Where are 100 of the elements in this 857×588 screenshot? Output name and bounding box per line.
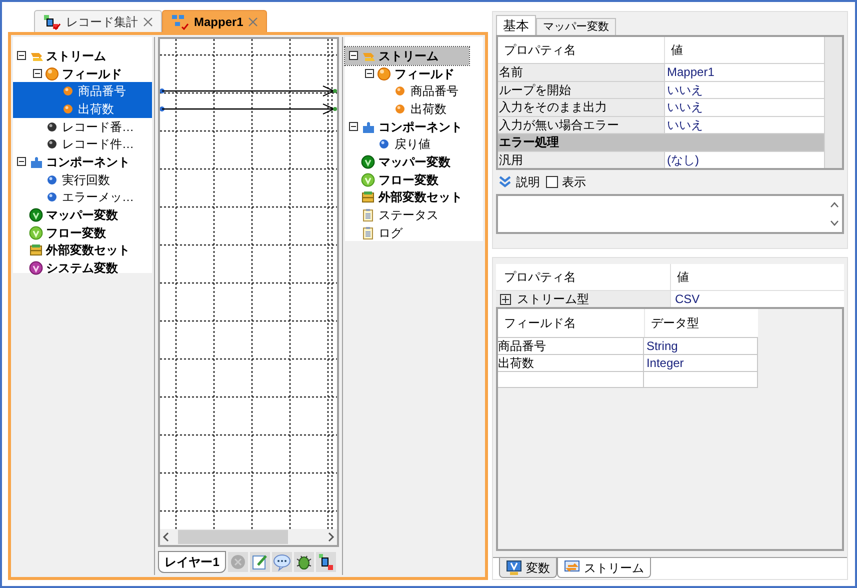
sphere-icon bbox=[29, 261, 43, 276]
ball-icon bbox=[377, 137, 392, 152]
vertical-scrollbar[interactable] bbox=[824, 37, 842, 168]
tree-item[interactable]: コンポーネント bbox=[345, 118, 484, 136]
panel-tab[interactable]: 変数 bbox=[499, 558, 557, 578]
sphere-icon bbox=[377, 66, 392, 81]
tree-item[interactable]: ストリーム bbox=[13, 47, 152, 65]
tree-item[interactable]: 出荷数 bbox=[345, 100, 484, 118]
bug-icon[interactable] bbox=[294, 552, 314, 572]
property-name: 名前 bbox=[498, 64, 664, 80]
tree-item[interactable]: ストリーム bbox=[345, 47, 470, 65]
tree-item[interactable]: フロー変数 bbox=[13, 224, 152, 242]
mapping-line[interactable] bbox=[160, 104, 337, 114]
tree-item[interactable]: 商品番号 bbox=[13, 82, 152, 100]
panel-tab[interactable]: ストリーム bbox=[557, 558, 651, 578]
ball-icon bbox=[61, 102, 75, 116]
tree-item[interactable]: コンポーネント bbox=[13, 153, 152, 171]
description-field[interactable] bbox=[496, 194, 844, 234]
property-value: いいえ bbox=[664, 99, 824, 116]
checkbox[interactable] bbox=[546, 176, 558, 188]
sphere-icon bbox=[29, 226, 43, 240]
property-tab[interactable]: 基本 bbox=[496, 15, 536, 35]
checkbox-label: 表示 bbox=[562, 174, 586, 191]
tree-item[interactable]: ステータス bbox=[345, 206, 484, 224]
tab-label: レコード集計 bbox=[66, 14, 138, 30]
ball-icon bbox=[393, 102, 408, 116]
collapse-icon[interactable] bbox=[365, 69, 374, 78]
property-value: いいえ bbox=[664, 82, 824, 98]
column-header: プロパティ名 bbox=[503, 42, 577, 59]
mapping-line[interactable] bbox=[160, 86, 337, 96]
property-value: (なし) bbox=[664, 152, 824, 168]
tree-item[interactable]: 外部変数セット bbox=[345, 188, 484, 206]
chest-icon bbox=[361, 190, 376, 204]
tree-item[interactable]: フロー変数 bbox=[345, 170, 484, 188]
ball-icon bbox=[45, 120, 59, 134]
ball-icon bbox=[45, 137, 59, 152]
category-header: エラー処理 bbox=[498, 134, 824, 150]
tree-item[interactable]: 外部変数セット bbox=[13, 242, 152, 260]
tree-item[interactable]: レコード件… bbox=[13, 135, 152, 154]
collapse-icon[interactable] bbox=[349, 122, 358, 132]
layer-tab[interactable]: レイヤー1 bbox=[158, 551, 226, 573]
property-tab[interactable]: マッパー変数 bbox=[536, 18, 616, 35]
ball-icon bbox=[45, 172, 59, 187]
tab-label: Mapper1 bbox=[194, 14, 244, 30]
sphere-icon bbox=[45, 66, 59, 81]
ball-icon bbox=[61, 84, 75, 98]
ball-icon bbox=[45, 190, 59, 204]
puzzle-icon bbox=[29, 154, 43, 169]
puzzle-icon bbox=[361, 120, 376, 134]
tree-item[interactable]: ログ bbox=[345, 224, 484, 242]
expand-icon[interactable] bbox=[500, 294, 511, 304]
tree-item[interactable]: フィールド bbox=[13, 64, 152, 82]
editor-tab[interactable]: Mapper1 bbox=[162, 10, 268, 32]
column-header: 値 bbox=[670, 264, 844, 290]
clipboard-icon bbox=[361, 226, 376, 240]
property-label: ストリーム型 bbox=[517, 290, 589, 308]
hierarchy-icon bbox=[171, 14, 189, 30]
table-cell-text: 出荷数 bbox=[498, 355, 535, 371]
collapse-icon[interactable] bbox=[17, 157, 26, 166]
tree-item[interactable]: エラーメッ… bbox=[13, 188, 152, 206]
property-value: いいえ bbox=[664, 116, 824, 133]
property-name: 入力が無い場合エラー bbox=[498, 116, 664, 133]
tree-item[interactable]: マッパー変数 bbox=[13, 206, 152, 224]
horizontal-scrollbar[interactable] bbox=[160, 529, 338, 545]
column-header: プロパティ名 bbox=[503, 269, 577, 286]
section-label: 説明 bbox=[516, 174, 540, 191]
property-name: 入力をそのまま出力 bbox=[498, 99, 664, 116]
tree-item[interactable]: 戻り値 bbox=[345, 135, 484, 154]
tree-item[interactable]: システム変数 bbox=[13, 259, 152, 277]
tree-item[interactable]: マッパー変数 bbox=[345, 153, 484, 171]
tree-item[interactable]: フィールド bbox=[345, 64, 484, 82]
property-value: Mapper1 bbox=[664, 64, 824, 80]
diagram-icon[interactable] bbox=[316, 552, 336, 572]
tree-item[interactable]: 商品番号 bbox=[345, 82, 484, 100]
diagram-icon bbox=[43, 14, 61, 30]
property-name: 汎用 bbox=[498, 152, 664, 168]
tree-item[interactable]: 実行回数 bbox=[13, 170, 152, 188]
collapse-icon[interactable] bbox=[349, 51, 358, 60]
tree-item[interactable]: レコード番… bbox=[13, 118, 152, 136]
column-header: フィールド名 bbox=[503, 315, 577, 332]
clipboard-icon bbox=[361, 208, 376, 222]
ball-icon bbox=[393, 84, 408, 98]
close-icon[interactable] bbox=[143, 16, 153, 26]
tab-label: ストリーム bbox=[584, 560, 644, 576]
speech-bubble-icon[interactable] bbox=[272, 552, 292, 572]
chest-icon bbox=[29, 243, 43, 258]
editor-tab[interactable]: レコード集計 bbox=[34, 10, 162, 32]
collapse-icon[interactable] bbox=[33, 69, 42, 78]
sphere-icon bbox=[361, 154, 376, 169]
property-value: CSV bbox=[670, 291, 844, 307]
table-cell-text: 商品番号 bbox=[498, 338, 547, 354]
tree-item[interactable]: 出荷数 bbox=[13, 100, 152, 118]
tab-label: 変数 bbox=[526, 560, 550, 576]
sphere-icon bbox=[29, 208, 43, 222]
double-chevron-icon[interactable] bbox=[498, 176, 512, 188]
collapse-icon[interactable] bbox=[17, 51, 26, 60]
property-name: ループを開始 bbox=[498, 82, 664, 98]
monitor-icon bbox=[506, 560, 522, 576]
sphere-icon bbox=[361, 172, 376, 187]
edit-icon[interactable] bbox=[250, 552, 270, 572]
